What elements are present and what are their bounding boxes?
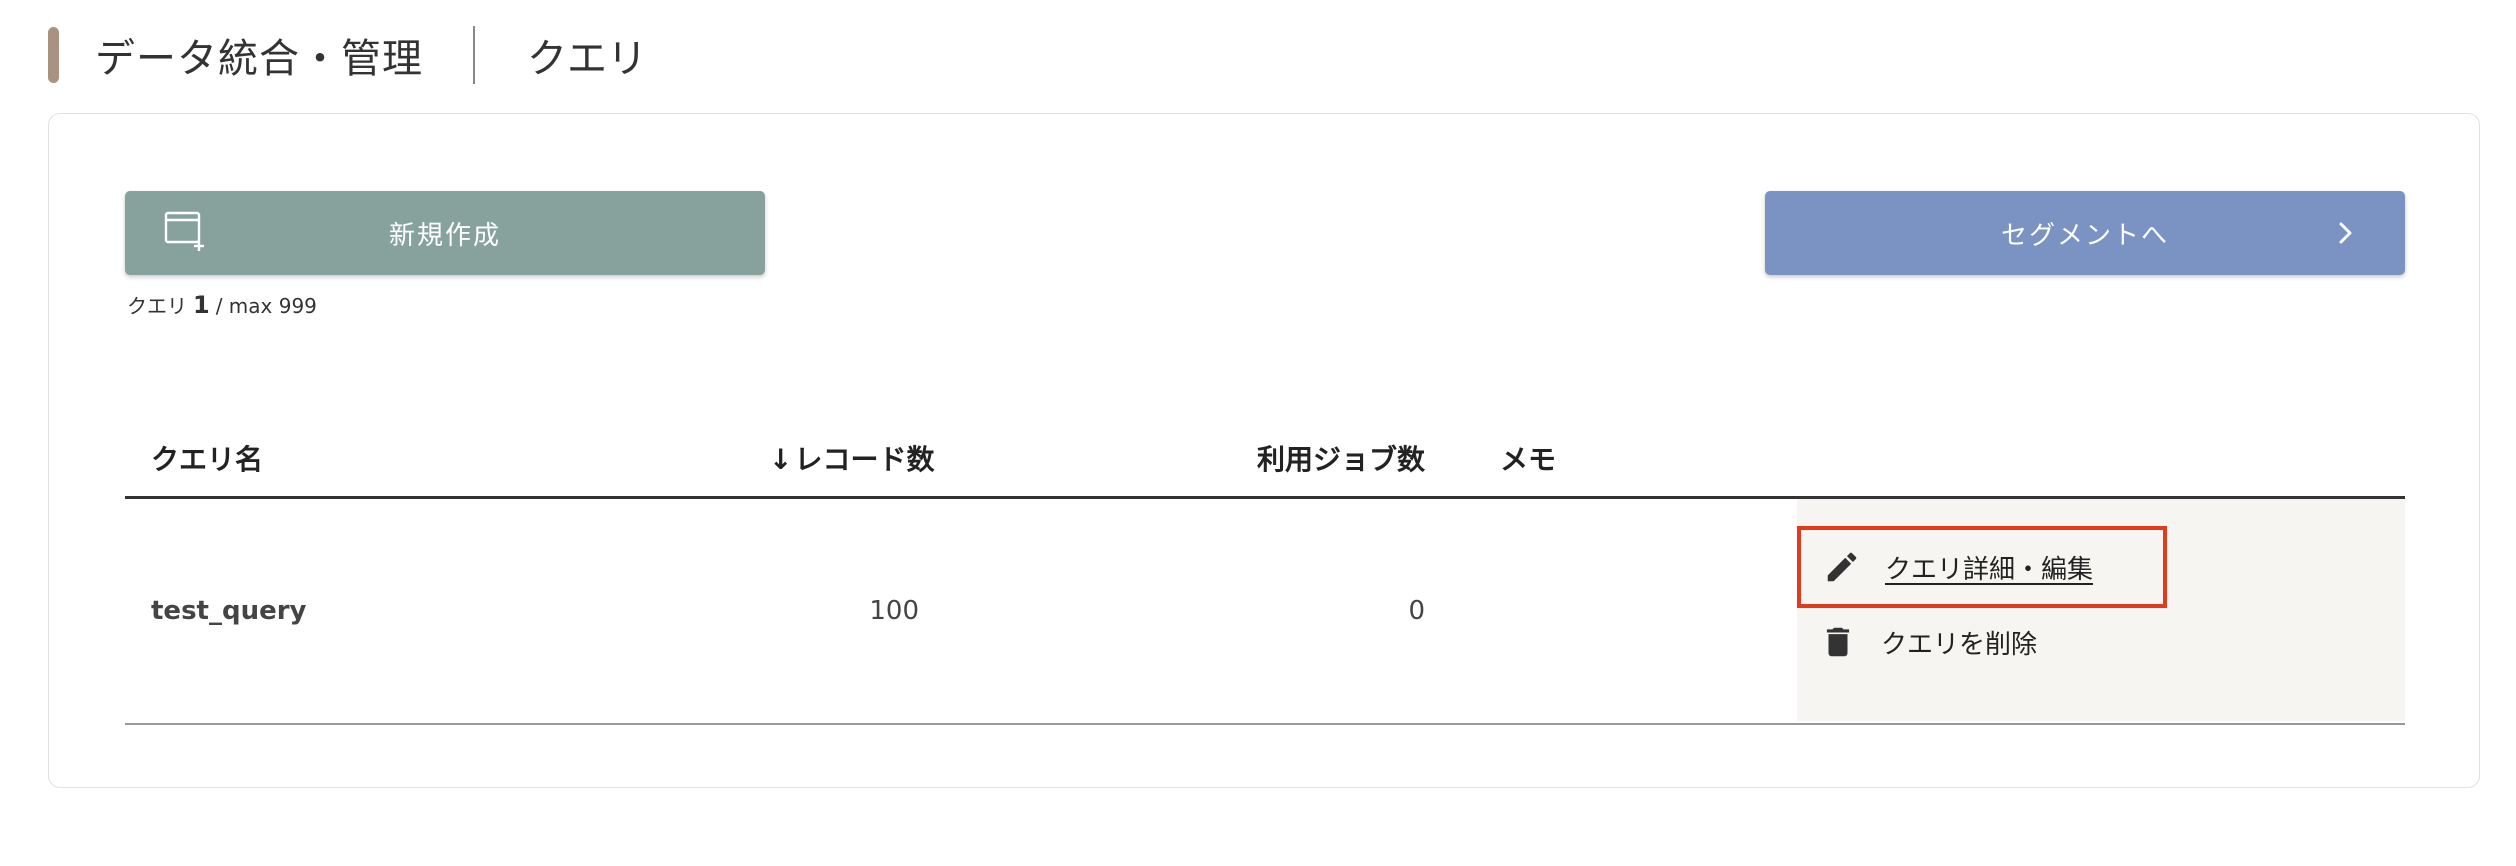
section-title: データ統合・管理	[95, 36, 423, 82]
main-card: 新規作成 セグメントへ クエリ 1/ max 999 クエリ名 ↓レコード数 利用…	[48, 113, 2480, 788]
table-row: test_query 100 0 クエリ詳細・編集 クエリを削除	[125, 499, 2405, 725]
new-query-button-label: 新規作成	[388, 220, 501, 251]
column-header-record-count-label: レコード数	[794, 443, 935, 476]
column-header-memo: メモ	[1500, 443, 1557, 476]
trash-icon	[1826, 627, 1850, 657]
sort-desc-arrow-icon: ↓	[769, 443, 793, 476]
query-table: クエリ名 ↓レコード数 利用ジョブ数 メモ test_query 100 0 ク…	[125, 414, 2405, 725]
query-count-max: / max 999	[215, 294, 317, 318]
pencil-icon	[1827, 552, 1857, 582]
column-header-record-count[interactable]: ↓レコード数	[769, 438, 934, 478]
table-header-row: クエリ名 ↓レコード数 利用ジョブ数 メモ	[125, 414, 2405, 499]
job-count-cell: 0	[1408, 596, 1425, 626]
query-count-value: 1	[193, 291, 210, 319]
row-actions-panel: クエリ詳細・編集 クエリを削除	[1797, 499, 2405, 721]
new-window-plus-icon	[164, 211, 204, 251]
new-query-button[interactable]: 新規作成	[125, 191, 765, 275]
record-count-cell: 100	[869, 596, 919, 626]
go-to-segment-button[interactable]: セグメントへ	[1765, 191, 2405, 275]
edit-query-label: クエリ詳細・編集	[1885, 554, 2094, 585]
header-accent-bar	[48, 27, 59, 83]
go-to-segment-button-label: セグメントへ	[2000, 220, 2169, 251]
header-divider	[473, 26, 475, 84]
delete-query-link[interactable]: クエリを削除	[1819, 623, 2037, 661]
column-header-job-count[interactable]: 利用ジョブ数	[1225, 438, 1425, 478]
delete-query-label: クエリを削除	[1881, 629, 2038, 660]
column-header-query-name[interactable]: クエリ名	[151, 438, 263, 478]
query-count: クエリ 1/ max 999	[127, 290, 317, 319]
page-title: クエリ	[527, 36, 647, 82]
chevron-right-icon	[2339, 222, 2352, 244]
query-count-prefix: クエリ	[127, 294, 187, 318]
edit-query-link[interactable]: クエリ詳細・編集	[1797, 526, 2167, 608]
page-header: データ統合・管理 クエリ	[48, 26, 647, 84]
query-name-cell: test_query	[151, 596, 307, 626]
